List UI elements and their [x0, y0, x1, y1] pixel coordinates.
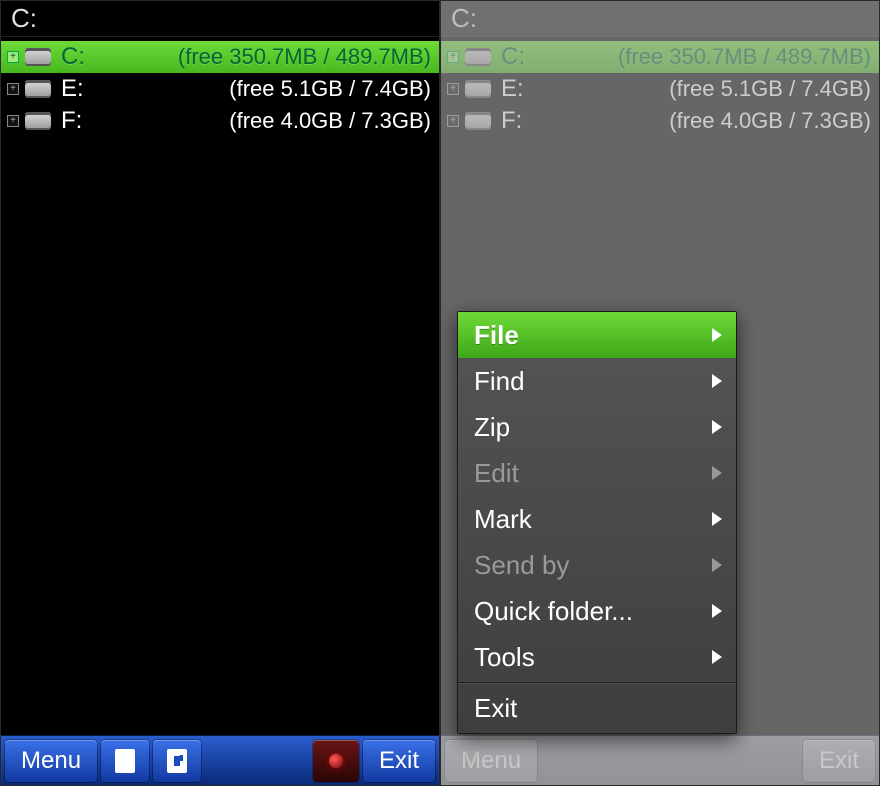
move-button[interactable]: [153, 740, 201, 782]
drive-space: (free 4.0GB / 7.3GB): [107, 108, 431, 134]
drive-space: (free 350.7MB / 489.7MB): [547, 44, 871, 70]
drive-label: E:: [61, 75, 107, 103]
menu-button-label: Menu: [461, 747, 521, 775]
drive-space: (free 5.1GB / 7.4GB): [547, 76, 871, 102]
menu-item-label: Edit: [474, 458, 519, 489]
path-bar: C:: [1, 1, 439, 37]
drive-label: E:: [501, 75, 547, 103]
context-menu: File Find Zip Edit Mark Send by Quick fo…: [457, 311, 737, 734]
menu-item-label: Send by: [474, 550, 569, 581]
expand-icon[interactable]: +: [7, 51, 19, 63]
drive-label: C:: [61, 43, 107, 71]
menu-item-exit[interactable]: Exit: [458, 685, 736, 731]
menu-item-label: Mark: [474, 504, 532, 535]
submenu-arrow-icon: [712, 604, 722, 618]
drive-label: C:: [501, 43, 547, 71]
menu-item-file[interactable]: File: [458, 312, 736, 358]
submenu-arrow-icon: [712, 558, 722, 572]
submenu-arrow-icon: [712, 650, 722, 664]
drive-list: + C: (free 350.7MB / 489.7MB) + E: (free…: [1, 37, 439, 735]
menu-button[interactable]: Menu: [5, 740, 97, 782]
submenu-arrow-icon: [712, 420, 722, 434]
move-icon: [167, 749, 187, 773]
submenu-arrow-icon: [712, 374, 722, 388]
exit-button[interactable]: Exit: [803, 740, 875, 782]
menu-item-label: Quick folder...: [474, 596, 633, 627]
menu-item-tools[interactable]: Tools: [458, 634, 736, 680]
right-pane: C: + C: (free 350.7MB / 489.7MB) + E: (f…: [440, 0, 880, 786]
menu-button-label: Menu: [21, 747, 81, 775]
expand-icon[interactable]: +: [447, 83, 459, 95]
drive-icon: [465, 80, 491, 98]
drive-space: (free 5.1GB / 7.4GB): [107, 76, 431, 102]
drive-row[interactable]: + E: (free 5.1GB / 7.4GB): [1, 73, 439, 105]
exit-button[interactable]: Exit: [363, 740, 435, 782]
menu-item-label: Exit: [474, 693, 517, 724]
drive-icon: [25, 80, 51, 98]
menu-separator: [458, 682, 736, 683]
submenu-arrow-icon: [712, 512, 722, 526]
drive-row[interactable]: + C: (free 350.7MB / 489.7MB): [1, 41, 439, 73]
menu-button[interactable]: Menu: [445, 740, 537, 782]
path-text: C:: [451, 3, 477, 34]
exit-button-label: Exit: [819, 747, 859, 775]
drive-space: (free 350.7MB / 489.7MB): [107, 44, 431, 70]
menu-item-label: File: [474, 320, 519, 351]
menu-item-edit: Edit: [458, 450, 736, 496]
drive-row[interactable]: + E: (free 5.1GB / 7.4GB): [441, 73, 879, 105]
drive-icon: [465, 48, 491, 66]
drive-label: F:: [61, 107, 107, 135]
drive-row[interactable]: + F: (free 4.0GB / 7.3GB): [1, 105, 439, 137]
bottom-toolbar: Menu Exit: [1, 735, 439, 785]
drive-row[interactable]: + F: (free 4.0GB / 7.3GB): [441, 105, 879, 137]
menu-item-zip[interactable]: Zip: [458, 404, 736, 450]
path-bar: C:: [441, 1, 879, 37]
menu-item-label: Zip: [474, 412, 510, 443]
menu-item-label: Tools: [474, 642, 535, 673]
submenu-arrow-icon: [712, 466, 722, 480]
drive-icon: [465, 112, 491, 130]
menu-item-label: Find: [474, 366, 525, 397]
menu-item-find[interactable]: Find: [458, 358, 736, 404]
exit-button-label: Exit: [379, 747, 419, 775]
bottom-toolbar: Menu Exit: [441, 735, 879, 785]
menu-item-mark[interactable]: Mark: [458, 496, 736, 542]
record-button[interactable]: [313, 740, 359, 782]
expand-icon[interactable]: +: [7, 83, 19, 95]
record-icon: [329, 754, 343, 768]
drive-icon: [25, 112, 51, 130]
drive-space: (free 4.0GB / 7.3GB): [547, 108, 871, 134]
expand-icon[interactable]: +: [447, 115, 459, 127]
drive-icon: [25, 48, 51, 66]
left-pane: C: + C: (free 350.7MB / 489.7MB) + E: (f…: [0, 0, 440, 786]
path-text: C:: [11, 3, 37, 34]
drive-label: F:: [501, 107, 547, 135]
copy-icon: [115, 749, 135, 773]
submenu-arrow-icon: [712, 328, 722, 342]
copy-button[interactable]: [101, 740, 149, 782]
menu-item-send-by: Send by: [458, 542, 736, 588]
menu-item-quick-folder[interactable]: Quick folder...: [458, 588, 736, 634]
drive-row[interactable]: + C: (free 350.7MB / 489.7MB): [441, 41, 879, 73]
expand-icon[interactable]: +: [7, 115, 19, 127]
expand-icon[interactable]: +: [447, 51, 459, 63]
